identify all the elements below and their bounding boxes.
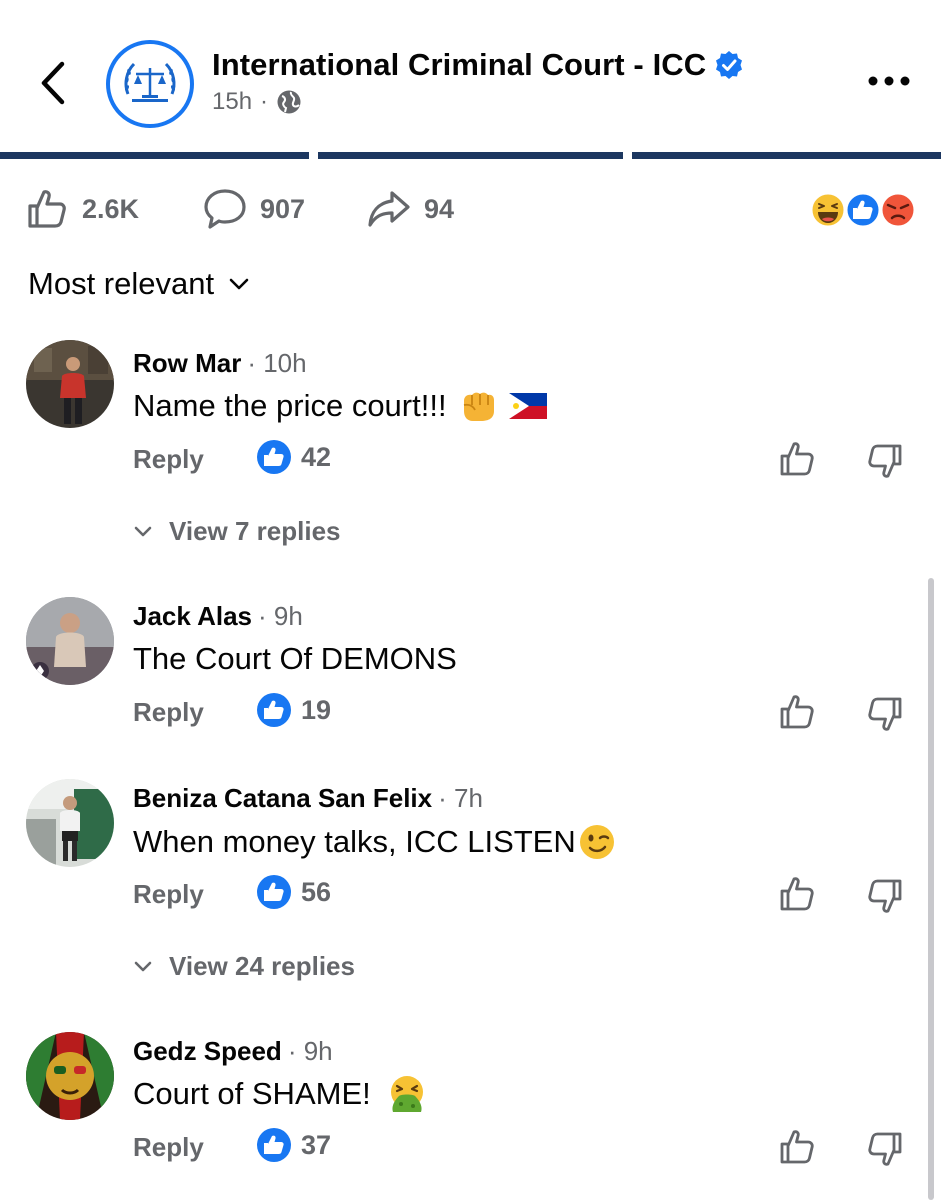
comment-author[interactable]: Row Mar	[133, 348, 241, 379]
avatar-photo-icon	[26, 597, 114, 685]
view-replies-label: View 24 replies	[169, 951, 355, 981]
view-replies-label: View 7 replies	[169, 516, 341, 546]
winking-face-emoji-icon	[578, 823, 616, 861]
comment-body: Court of SHAME!	[133, 1076, 371, 1111]
progress-bar	[318, 152, 623, 159]
comment-time: · 9h	[258, 601, 303, 631]
share-arrow-icon	[368, 191, 410, 227]
post-header: International Criminal Court - ICC 15h ·	[0, 0, 941, 150]
more-options-icon[interactable]	[866, 66, 912, 96]
reply-button[interactable]: Reply	[133, 697, 204, 728]
comment-likes[interactable]: 37	[257, 1128, 331, 1162]
comment-text: Court of SHAME!	[133, 1074, 427, 1114]
page-avatar[interactable]	[106, 40, 194, 128]
comment-body: Name the price court!!!	[133, 388, 447, 423]
story-progress-bars	[0, 152, 941, 159]
fist-emoji-icon	[459, 389, 497, 423]
shares-count: 94	[424, 193, 455, 224]
likes-count: 2.6K	[82, 193, 140, 224]
comment-sort-dropdown[interactable]: Most relevant	[28, 266, 250, 302]
comment-header: Beniza Catana San Felix · 7h	[133, 783, 483, 814]
comment-time: · 9h	[287, 1036, 333, 1066]
like-badge-icon	[257, 693, 291, 727]
comment-body: When money talks, ICC LISTEN	[133, 824, 576, 859]
comment-likes-count: 37	[301, 1129, 332, 1160]
downvote-icon[interactable]	[866, 1130, 904, 1168]
page-name-row: International Criminal Court - ICC	[212, 44, 744, 86]
comment-time: · 7h	[438, 783, 483, 813]
avatar-photo-icon	[26, 340, 114, 428]
comment-header: Gedz Speed · 9h	[133, 1036, 333, 1067]
comment-likes[interactable]: 42	[257, 440, 331, 474]
view-replies-button[interactable]: View 7 replies	[133, 516, 341, 547]
reaction-summary-icons[interactable]	[808, 190, 918, 230]
like-button[interactable]: 2.6K	[26, 186, 139, 232]
page-name[interactable]: International Criminal Court - ICC	[212, 47, 706, 83]
avatar[interactable]	[26, 779, 114, 867]
comment-likes-count: 56	[301, 876, 332, 907]
comment-text: When money talks, ICC LISTEN	[133, 823, 616, 861]
icc-logo-icon	[116, 50, 184, 118]
view-replies-button[interactable]: View 24 replies	[133, 951, 355, 982]
reply-button[interactable]: Reply	[133, 879, 204, 910]
progress-bar	[632, 152, 941, 159]
share-button[interactable]: 94	[366, 186, 454, 232]
like-badge-icon	[257, 875, 291, 909]
post-actions: 2.6K 907 94	[0, 186, 941, 232]
comment-header: Row Mar · 10h	[133, 348, 307, 379]
comments-count: 907	[260, 193, 306, 224]
philippines-flag-emoji-icon	[508, 393, 547, 419]
progress-bar	[0, 152, 309, 159]
globe-icon	[277, 90, 301, 114]
downvote-icon[interactable]	[866, 877, 904, 915]
comment-likes-count: 42	[301, 441, 332, 472]
chevron-down-icon	[134, 961, 152, 971]
comment-author[interactable]: Gedz Speed	[133, 1036, 282, 1067]
like-thumb-icon	[28, 190, 66, 228]
comment-header: Jack Alas · 9h	[133, 601, 303, 632]
haha-reaction-icon	[809, 191, 847, 229]
downvote-icon[interactable]	[866, 695, 904, 733]
post-meta: 15h ·	[212, 88, 302, 116]
comment-author[interactable]: Beniza Catana San Felix	[133, 783, 432, 814]
post-time: 15h	[212, 88, 253, 115]
comment-time: · 10h	[247, 348, 307, 378]
chevron-down-icon	[229, 278, 249, 290]
sort-label: Most relevant	[28, 266, 215, 301]
comment-likes-count: 19	[301, 694, 332, 725]
comment-text: Name the price court!!!	[133, 388, 547, 424]
like-badge-icon	[257, 440, 291, 474]
reply-button[interactable]: Reply	[133, 1132, 204, 1163]
like-badge-icon	[257, 1128, 291, 1162]
comment-author[interactable]: Jack Alas	[133, 601, 252, 632]
angry-reaction-icon	[879, 191, 917, 229]
downvote-icon[interactable]	[866, 442, 904, 480]
comment-body: The Court Of DEMONS	[133, 641, 457, 676]
comment-bubble-icon	[204, 189, 246, 229]
vomiting-face-emoji-icon	[387, 1074, 427, 1114]
avatar[interactable]	[26, 597, 114, 685]
upvote-icon[interactable]	[778, 440, 816, 478]
upvote-icon[interactable]	[778, 1128, 816, 1166]
avatar[interactable]	[26, 1032, 114, 1120]
back-arrow-icon[interactable]	[34, 58, 74, 108]
comment-likes[interactable]: 56	[257, 875, 331, 909]
avatar-photo-icon	[26, 1032, 114, 1120]
upvote-icon[interactable]	[778, 693, 816, 731]
comment-text: The Court Of DEMONS	[133, 641, 457, 677]
chevron-down-icon	[134, 526, 152, 536]
verified-badge-icon	[716, 51, 743, 79]
comment-likes[interactable]: 19	[257, 693, 331, 727]
upvote-icon[interactable]	[778, 875, 816, 913]
meta-separator: ·	[260, 88, 269, 115]
reply-button[interactable]: Reply	[133, 444, 204, 475]
scrollbar[interactable]	[928, 578, 934, 1200]
comment-button[interactable]: 907	[202, 186, 305, 232]
avatar[interactable]	[26, 340, 114, 428]
like-reaction-icon	[844, 191, 882, 229]
avatar-photo-icon	[26, 779, 114, 867]
